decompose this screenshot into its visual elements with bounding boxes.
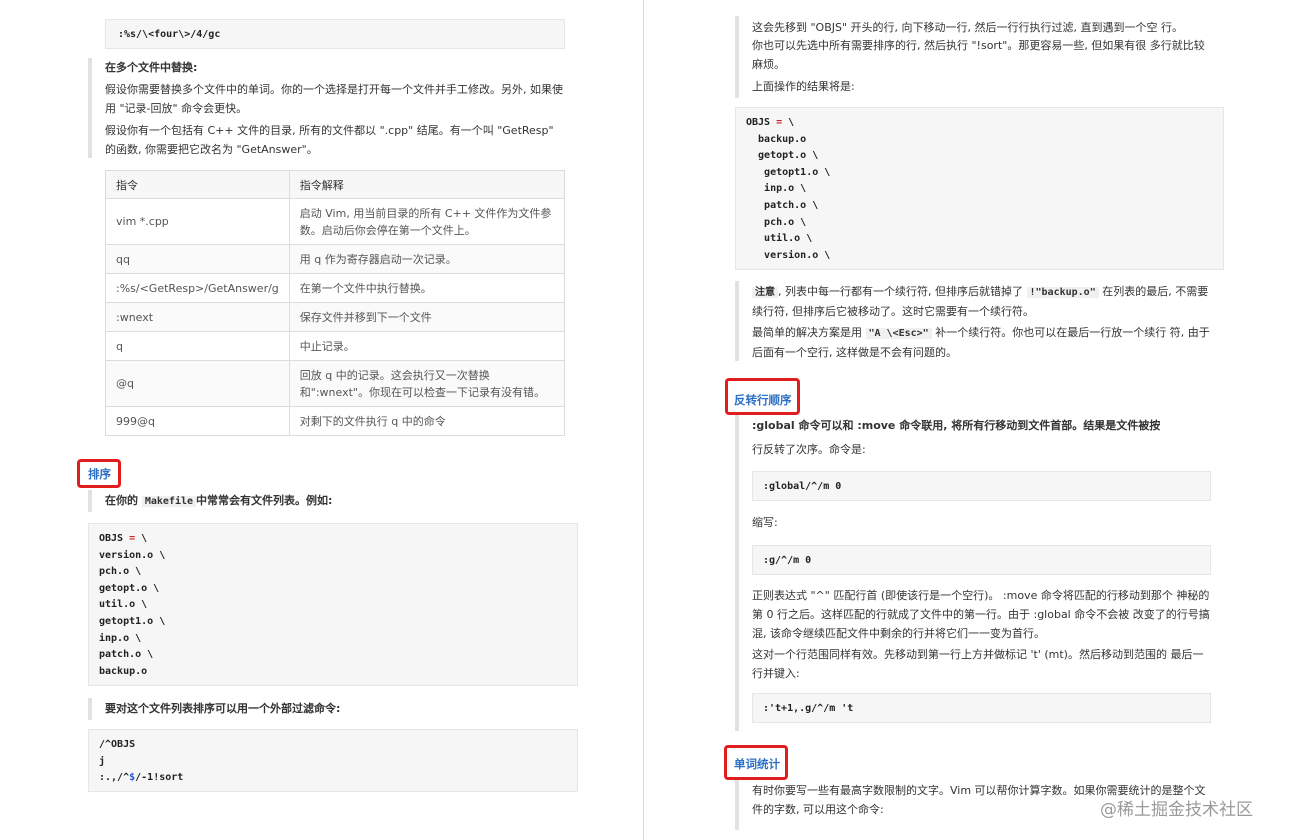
code-line: OBJS = \ xyxy=(99,531,165,548)
filter-text: 要对这个文件列表排序可以用一个外部过滤命令: xyxy=(105,702,341,715)
table-row: @q 回放 q 中的记录。这会执行又一次替换和":wnext"。你现在可以检查一下… xyxy=(105,360,566,407)
table-row: :wnext 保存文件并移到下一个文件 xyxy=(105,302,566,332)
table-cell: @q xyxy=(105,360,290,407)
code-line: util.o \ xyxy=(99,599,148,611)
table-cell: 保存文件并移到下一个文件 xyxy=(288,302,566,332)
table-cell: vim *.cpp xyxy=(105,198,290,245)
code-line: version.o \ xyxy=(99,549,166,561)
code-line: :%s/\<four\>/4/gc xyxy=(118,29,221,40)
code-line: :global/^/m 0 xyxy=(763,481,842,492)
table-cell: 999@q xyxy=(105,406,290,436)
filter-code-block: /^OBJS j :.,/^$/-1!sort xyxy=(88,729,578,792)
code-line: OBJS = \ xyxy=(746,115,830,132)
code-line: j xyxy=(99,755,106,767)
paragraph: 行反转了次序。命令是: xyxy=(752,443,866,456)
code-line: backup.o xyxy=(99,665,148,677)
code-token: :.,/^ xyxy=(99,772,130,784)
code-token: OBJS xyxy=(746,117,777,128)
paragraph: :global 命令可以和 :move 命令联用, 将所有行移动到文件首部。结果… xyxy=(752,419,1161,432)
table-header: 指令 xyxy=(105,170,290,199)
command-table: 指令 指令解释 vim *.cpp 启动 Vim, 用当前目录的所有 C++ 文件… xyxy=(105,170,566,436)
table-cell: qq xyxy=(105,244,290,274)
substitute-code-block: :%s/\<four\>/4/gc xyxy=(105,19,565,49)
paragraph: 这会先移到 "OBJS" 开头的行, 向下移动一行, 然后一行行执行过滤, 直到… xyxy=(752,21,1184,34)
code-line: :g/^/m 0 xyxy=(763,555,812,566)
note-paragraph: 注意, 列表中每一行都有一个续行符, 但排序后就错掉了 !"backup.o" … xyxy=(752,282,1214,321)
table-row: :%s/<GetResp>/GetAnswer/g 在第一个文件中执行替换。 xyxy=(105,273,566,303)
inline-code: !"backup.o" xyxy=(1026,287,1099,298)
paragraph: 假设你有一个包括有 C++ 文件的目录, 所有的文件都以 ".cpp" 结尾。有… xyxy=(105,124,554,156)
table-cell: 启动 Vim, 用当前目录的所有 C++ 文件作为文件参数。启动后你会停在第一个… xyxy=(288,198,566,245)
reverse-heading: 反转行顺序 xyxy=(734,393,792,407)
table-row: vim *.cpp 启动 Vim, 用当前目录的所有 C++ 文件作为文件参数。启… xyxy=(105,198,566,245)
table-cell: :%s/<GetResp>/GetAnswer/g xyxy=(105,273,290,303)
paragraph: 假设你需要替换多个文件中的单词。你的一个选择是打开每一个文件并手工修改。另外, … xyxy=(105,83,563,115)
code-line: pch.o \ xyxy=(99,566,142,578)
paragraph: 缩写: xyxy=(752,516,778,529)
inline-code: Makefile xyxy=(141,496,197,507)
inline-code: "A \<Esc>" xyxy=(865,328,932,339)
code-token: \ xyxy=(135,533,148,544)
table-cell: 中止记录。 xyxy=(288,331,566,361)
table-cell: :wnext xyxy=(105,302,290,332)
multi-file-heading: 在多个文件中替换: xyxy=(105,61,198,74)
code-line: patch.o \ xyxy=(746,199,819,211)
page-divider xyxy=(643,0,644,840)
sort-heading: 排序 xyxy=(88,467,111,481)
paragraph: 正则表达式 "^" 匹配行首 (即使该行是一个空行)。 :move 命令将匹配的… xyxy=(752,589,1210,640)
code-line: patch.o \ xyxy=(99,649,154,661)
table-row: 999@q 对剩下的文件执行 q 中的命令 xyxy=(105,406,566,436)
code-line: getopt.o \ xyxy=(99,582,160,594)
code-line: :.,/^$/-1!sort xyxy=(99,770,183,787)
paragraph: 这对一个行范围同样有效。先移动到第一行上方并做标记 't' (mt)。然后移动到… xyxy=(752,648,1204,680)
table-cell: 对剩下的文件执行 q 中的命令 xyxy=(288,406,566,436)
text-span: 在你的 xyxy=(105,494,138,507)
code-line: inp.o \ xyxy=(99,632,142,644)
table-header: 指令解释 xyxy=(288,170,566,199)
text-span: 中常常会有文件列表。例如: xyxy=(196,494,333,507)
range-code-block: :'t+1,.g/^/m 't xyxy=(752,693,1211,723)
result-code-block: OBJS = \ backup.o getopt.o \ getopt1.o \… xyxy=(735,107,1224,270)
code-token: \ xyxy=(782,117,795,128)
code-line: /^OBJS xyxy=(99,739,136,750)
global-code-block: :global/^/m 0 xyxy=(752,471,1211,501)
code-line: :'t+1,.g/^/m 't xyxy=(763,703,854,714)
solution-paragraph: 最简单的解决方案是用 "A \<Esc>" 补一个续行符。你也可以在最后一行放一… xyxy=(752,323,1214,362)
objs-code-block: OBJS = \ version.o \ pch.o \ getopt.o \ … xyxy=(88,523,578,686)
code-line: util.o \ xyxy=(746,233,813,245)
table-row: q 中止记录。 xyxy=(105,331,566,361)
watermark: @稀土掘金技术社区 xyxy=(1100,800,1253,820)
code-line: backup.o xyxy=(746,133,807,145)
text-span: 最简单的解决方案是用 xyxy=(752,326,862,339)
code-token: OBJS xyxy=(99,533,130,544)
code-line: inp.o \ xyxy=(746,183,807,195)
paragraph: 上面操作的结果将是: xyxy=(752,80,855,93)
code-line: getopt1.o \ xyxy=(746,166,831,178)
code-line: version.o \ xyxy=(746,249,831,261)
table-cell: q xyxy=(105,331,290,361)
text-span: , 列表中每一行都有一个续行符, 但排序后就错掉了 xyxy=(778,285,1023,298)
table-cell: 回放 q 中的记录。这会执行又一次替换和":wnext"。你现在可以检查一下记录… xyxy=(288,360,566,407)
table-cell: 在第一个文件中执行替换。 xyxy=(288,273,566,303)
code-line: getopt1.o \ xyxy=(99,615,166,627)
paragraph: 你也可以先选中所有需要排序的行, 然后执行 "!sort"。那更容易一些, 但如… xyxy=(752,39,1205,71)
note-label: 注意 xyxy=(752,287,778,298)
code-line: pch.o \ xyxy=(746,216,807,228)
makefile-text: 在你的 Makefile 中常常会有文件列表。例如: xyxy=(105,491,332,511)
table-cell: 用 q 作为寄存器启动一次记录。 xyxy=(288,244,566,274)
table-row: qq 用 q 作为寄存器启动一次记录。 xyxy=(105,244,566,274)
code-token: /-1!sort xyxy=(135,772,184,784)
wordcount-heading: 单词统计 xyxy=(734,757,780,771)
g-code-block: :g/^/m 0 xyxy=(752,545,1211,575)
code-line: getopt.o \ xyxy=(746,150,819,162)
